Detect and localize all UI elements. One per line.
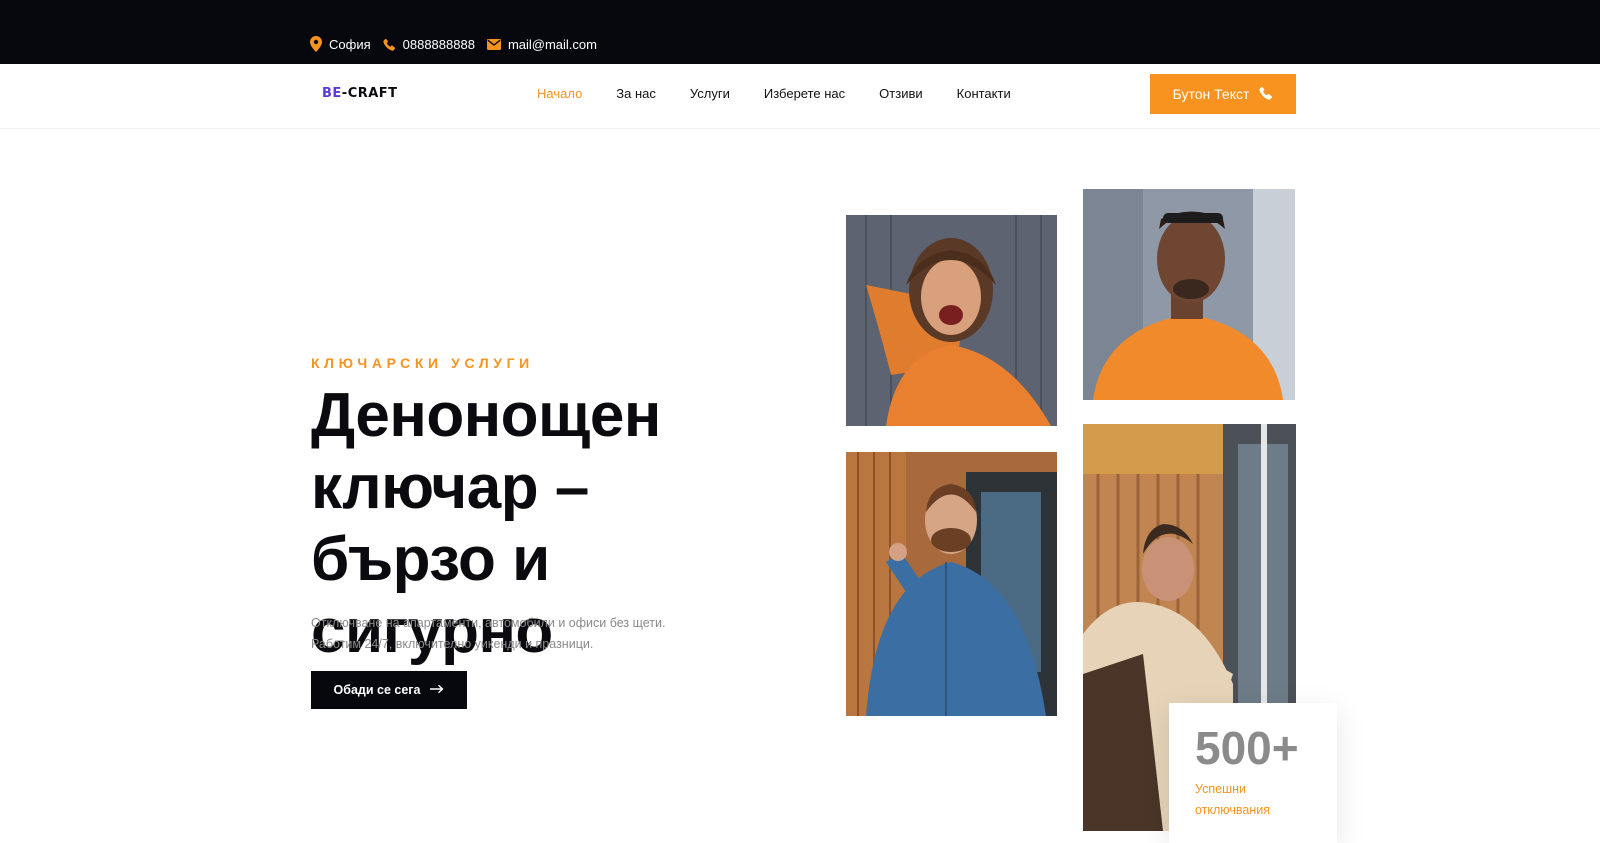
main-nav: Начало За нас Услуги Изберете нас Отзиви… — [537, 86, 1045, 101]
hero-description-line-1: Отключване на апартаменти, автомобили и … — [311, 616, 666, 630]
phone-icon — [383, 38, 396, 51]
nav-item-home[interactable]: Начало — [537, 86, 582, 101]
phone-icon — [1259, 86, 1273, 103]
logo-prefix: BE — [322, 86, 342, 101]
location-item: София — [310, 36, 371, 52]
top-contacts: София 0888888888 mail@mail.com — [310, 36, 597, 52]
stat-card: 500+ Успешни отключвания — [1169, 703, 1337, 843]
mail-icon — [486, 38, 501, 50]
nav-item-why-us[interactable]: Изберете нас — [764, 86, 845, 101]
nav-item-reviews[interactable]: Отзиви — [879, 86, 922, 101]
arrow-right-icon — [430, 683, 444, 697]
logo-rest: -CRAFT — [341, 86, 398, 101]
phone-item[interactable]: 0888888888 — [383, 37, 475, 52]
cta-label: Бутон Текст — [1172, 86, 1250, 102]
header-cta-button[interactable]: Бутон Текст — [1150, 74, 1296, 114]
nav-item-services[interactable]: Услуги — [690, 86, 730, 101]
stat-value: 500+ — [1195, 722, 1299, 774]
main-header: BE-CRAFT Начало За нас Услуги Изберете н… — [0, 64, 1600, 129]
photo-smiling-woman — [846, 215, 1057, 426]
call-now-button[interactable]: Обади се сега — [311, 671, 467, 709]
nav-item-contacts[interactable]: Контакти — [957, 86, 1011, 101]
hero-eyebrow: КЛЮЧАРСКИ УСЛУГИ — [311, 355, 534, 371]
hero-description-line-2: Работим 24/7, включително уикенди и праз… — [311, 637, 594, 651]
map-pin-icon — [310, 36, 322, 52]
site-logo[interactable]: BE-CRAFT — [322, 86, 398, 101]
hero-description: Отключване на апартаменти, автомобили и … — [311, 613, 691, 655]
photo-man-with-keys — [846, 452, 1057, 716]
phone-text: 0888888888 — [402, 36, 475, 52]
email-text: mail@mail.com — [507, 36, 597, 52]
nav-item-about[interactable]: За нас — [616, 86, 656, 101]
top-bar: София 0888888888 mail@mail.com — [0, 0, 1600, 64]
photo-man-orange-shirt — [1083, 189, 1295, 400]
stat-label: Успешни отключвания — [1195, 782, 1271, 817]
city-text: София — [329, 36, 371, 52]
email-item[interactable]: mail@mail.com — [486, 36, 597, 52]
call-now-label: Обади се сега — [333, 683, 421, 697]
